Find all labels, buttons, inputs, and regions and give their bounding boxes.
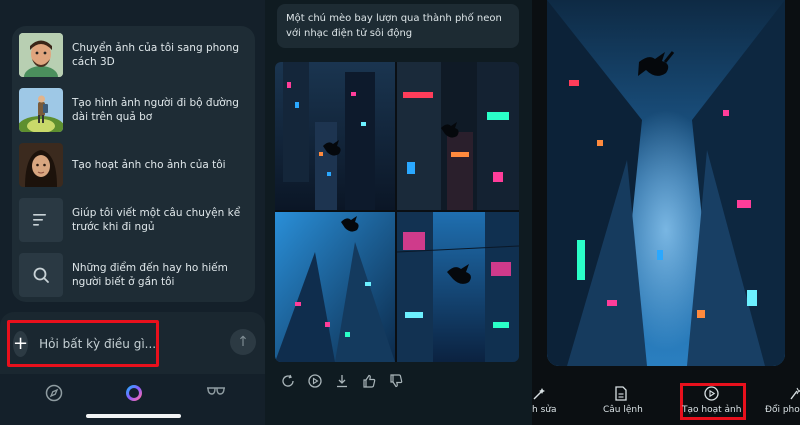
suggestion-3d-style[interactable]: Chuyển ảnh của tôi sang phong cách 3D <box>19 32 251 78</box>
document-icon[interactable] <box>615 386 627 405</box>
suggestion-animate-photo[interactable]: Tạo hoạt ảnh cho ảnh của tôi <box>19 142 251 188</box>
generated-image-3[interactable] <box>275 212 395 362</box>
tool-prompt-label[interactable]: Câu lệnh <box>603 405 643 415</box>
edit-wand-icon[interactable] <box>532 386 546 405</box>
tool-restyle-label[interactable]: Đổi phon <box>765 405 800 415</box>
suggestion-list: Chuyển ảnh của tôi sang phong cách 3D Tạ… <box>12 26 255 302</box>
portrait-thumbnail <box>19 143 63 187</box>
tool-edit-label[interactable]: h sửa <box>532 405 556 415</box>
image-grid <box>275 62 519 362</box>
chat-home-screen: Chuyển ảnh của tôi sang phong cách 3D Tạ… <box>0 0 265 425</box>
style-wand-icon[interactable] <box>790 386 800 405</box>
tool-animate-label[interactable]: Tạo hoạt ảnh <box>682 405 741 415</box>
thumbs-down-icon[interactable] <box>389 373 403 392</box>
image-editor-screen: h sửa Câu lệnh Tạo hoạt ảnh Đổi phon <box>532 0 800 425</box>
play-circle-icon[interactable] <box>704 386 719 405</box>
hiker-avocado-thumbnail <box>19 88 63 132</box>
thumbs-up-icon[interactable] <box>362 373 376 392</box>
generated-image-1[interactable] <box>275 62 395 210</box>
generated-images-screen: Một chú mèo bay lượn qua thành phố neon … <box>265 0 532 425</box>
suggestion-bedtime-story[interactable]: Giúp tôi viết một câu chuyện kể trước kh… <box>19 197 251 243</box>
send-button[interactable]: ↑ <box>230 329 256 355</box>
chat-input-highlight: + Hỏi bất kỳ điều gì... <box>7 320 159 367</box>
home-indicator <box>86 414 181 418</box>
compass-icon[interactable] <box>45 384 63 406</box>
suggestion-hiker-avocado[interactable]: Tạo hình ảnh người đi bộ đường dài trên … <box>19 87 251 133</box>
generated-image-4[interactable] <box>397 212 519 362</box>
generated-image-2[interactable] <box>397 62 519 210</box>
copilot-logo-icon[interactable] <box>125 384 143 406</box>
suggestion-hidden-places[interactable]: Những điểm đến hay ho hiếm người biết ở … <box>19 252 251 298</box>
selected-image-preview <box>547 0 785 366</box>
suggestion-label: Tạo hình ảnh người đi bộ đường dài trên … <box>72 97 239 123</box>
avatar-3d-thumbnail <box>19 33 63 77</box>
composer-area: + Hỏi bất kỳ điều gì... ↑ <box>0 312 265 374</box>
text-lines-icon <box>19 198 63 242</box>
glasses-icon[interactable] <box>206 384 226 403</box>
user-prompt-bubble: Một chú mèo bay lượn qua thành phố neon … <box>277 4 519 48</box>
download-icon[interactable] <box>335 373 349 392</box>
chat-input[interactable]: Hỏi bất kỳ điều gì... <box>39 337 156 351</box>
suggestion-label: Tạo hoạt ảnh cho ảnh của tôi <box>72 159 226 171</box>
suggestion-label: Giúp tôi viết một câu chuyện kể trước kh… <box>72 207 241 233</box>
add-attachment-button[interactable]: + <box>13 330 29 357</box>
suggestion-label: Chuyển ảnh của tôi sang phong cách 3D <box>72 42 240 68</box>
refresh-icon[interactable] <box>281 373 295 392</box>
suggestion-label: Những điểm đến hay ho hiếm người biết ở … <box>72 262 228 288</box>
image-action-bar <box>279 373 429 395</box>
search-icon <box>19 253 63 297</box>
play-circle-icon[interactable] <box>308 373 322 392</box>
